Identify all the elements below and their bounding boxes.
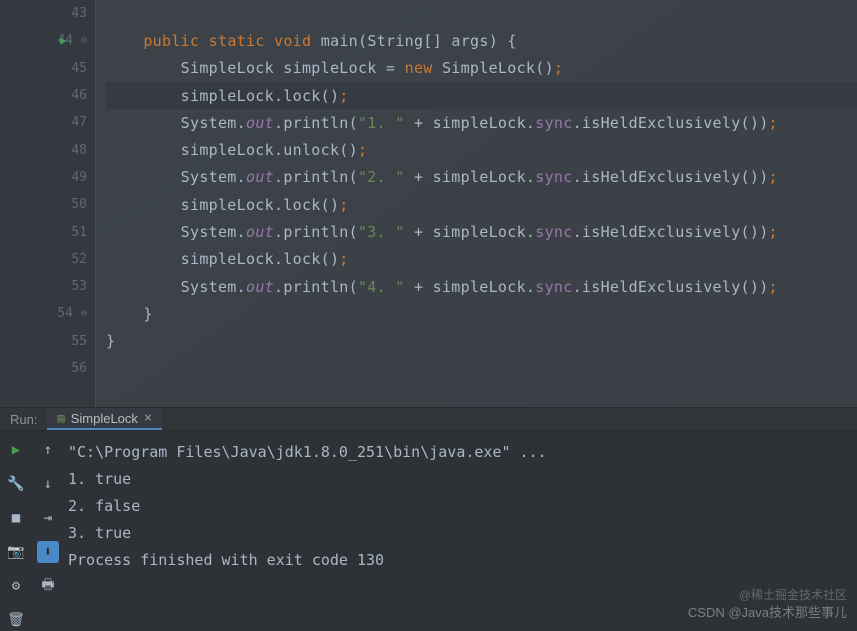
delete-icon[interactable]: 🗑 xyxy=(5,609,27,631)
run-body: ▶ 🔧 ■ 📷 ⚙ 🗑 ↑ ↓ ⇥ ⬇ 🖶 "C:\Program Files\… xyxy=(0,431,857,631)
gutter-row[interactable]: 46 xyxy=(0,82,95,109)
run-config-tab[interactable]: ▤ SimpleLock × xyxy=(47,408,162,430)
console-line: 3. true xyxy=(68,520,853,547)
line-number: 44 xyxy=(43,33,73,48)
console-line: Process finished with exit code 130 xyxy=(68,547,853,574)
run-line-icon[interactable]: ▶ xyxy=(60,34,67,47)
line-number: 56 xyxy=(57,361,87,376)
code-line[interactable]: SimpleLock simpleLock = new SimpleLock()… xyxy=(106,55,857,82)
gutter-row[interactable]: 45 xyxy=(0,55,95,82)
gutter-row[interactable]: 52 xyxy=(0,246,95,273)
code-area[interactable]: public static void main(String[] args) {… xyxy=(95,0,857,407)
gutter-row[interactable]: 53 xyxy=(0,273,95,300)
fold-start-icon[interactable]: ⊖ xyxy=(81,35,87,46)
run-toolbar-left: ▶ 🔧 ■ 📷 ⚙ 🗑 xyxy=(0,431,32,631)
code-line[interactable]: simpleLock.lock(); xyxy=(106,82,857,109)
close-icon[interactable]: × xyxy=(144,410,152,426)
wrench-icon[interactable]: 🔧 xyxy=(5,473,27,495)
line-number: 47 xyxy=(57,115,87,130)
print-icon[interactable]: 🖶 xyxy=(37,575,59,597)
line-number: 52 xyxy=(57,252,87,267)
gutter-row[interactable]: 47 xyxy=(0,109,95,136)
code-line[interactable]: System.out.println("2. " + simpleLock.sy… xyxy=(106,164,857,191)
line-number: 54 xyxy=(43,306,73,321)
run-tab-name: SimpleLock xyxy=(71,411,138,426)
code-line[interactable] xyxy=(106,0,857,27)
run-label: Run: xyxy=(0,412,47,427)
camera-icon[interactable]: 📷 xyxy=(5,541,27,563)
console-line: 2. false xyxy=(68,493,853,520)
gutter: 43 44▶ ⊖ 45 46 47 48 49 50 51 52 53 54 ⊖ 55 56 xyxy=(0,0,95,407)
run-panel: Run: ▤ SimpleLock × ▶ 🔧 ■ 📷 ⚙ 🗑 ↑ ↓ ⇥ ⬇ … xyxy=(0,407,857,631)
code-line[interactable]: System.out.println("3. " + simpleLock.sy… xyxy=(106,218,857,245)
soft-wrap-icon[interactable]: ⇥ xyxy=(37,507,59,529)
gutter-row[interactable]: 55 xyxy=(0,328,95,355)
gutter-row[interactable]: 51 xyxy=(0,218,95,245)
scroll-to-end-icon[interactable]: ⬇ xyxy=(37,541,59,563)
line-number: 45 xyxy=(57,61,87,76)
code-line[interactable]: simpleLock.lock(); xyxy=(106,246,857,273)
gutter-row[interactable]: 50 xyxy=(0,191,95,218)
code-line[interactable]: } xyxy=(106,300,857,327)
line-number: 49 xyxy=(57,170,87,185)
gutter-row[interactable]: 44▶ ⊖ xyxy=(0,27,95,54)
up-arrow-icon[interactable]: ↑ xyxy=(37,439,59,461)
code-line[interactable]: } xyxy=(106,328,857,355)
gutter-row[interactable]: 56 xyxy=(0,355,95,382)
watermark-top: @稀土掘金技术社区 xyxy=(739,586,847,603)
down-arrow-icon[interactable]: ↓ xyxy=(37,473,59,495)
watermark-bottom: CSDN @Java技术那些事儿 xyxy=(688,602,847,621)
gutter-row[interactable]: 49 xyxy=(0,164,95,191)
editor-pane: 43 44▶ ⊖ 45 46 47 48 49 50 51 52 53 54 ⊖ 55 56 public s… xyxy=(0,0,857,407)
line-number: 48 xyxy=(57,143,87,158)
gutter-row[interactable]: 43 xyxy=(0,0,95,27)
rerun-button[interactable]: ▶ xyxy=(5,439,27,461)
run-panel-header: Run: ▤ SimpleLock × xyxy=(0,408,857,431)
code-line[interactable] xyxy=(106,355,857,382)
code-line[interactable]: public static void main(String[] args) { xyxy=(106,27,857,54)
line-number: 51 xyxy=(57,225,87,240)
console-line: 1. true xyxy=(68,466,853,493)
run-toolbar-right: ↑ ↓ ⇥ ⬇ 🖶 xyxy=(32,431,64,631)
file-icon: ▤ xyxy=(57,411,64,425)
line-number: 43 xyxy=(57,6,87,21)
line-number: 46 xyxy=(57,88,87,103)
gear-icon[interactable]: ⚙ xyxy=(5,575,27,597)
code-line[interactable]: simpleLock.unlock(); xyxy=(106,136,857,163)
console-line: "C:\Program Files\Java\jdk1.8.0_251\bin\… xyxy=(68,439,853,466)
line-number: 50 xyxy=(57,197,87,212)
code-line[interactable]: System.out.println("1. " + simpleLock.sy… xyxy=(106,109,857,136)
stop-button[interactable]: ■ xyxy=(5,507,27,529)
gutter-row[interactable]: 48 xyxy=(0,136,95,163)
line-number: 53 xyxy=(57,279,87,294)
line-number: 55 xyxy=(57,334,87,349)
code-line[interactable]: System.out.println("4. " + simpleLock.sy… xyxy=(106,273,857,300)
gutter-row[interactable]: 54 ⊖ xyxy=(0,300,95,327)
fold-end-icon[interactable]: ⊖ xyxy=(81,308,87,319)
code-line[interactable]: simpleLock.lock(); xyxy=(106,191,857,218)
